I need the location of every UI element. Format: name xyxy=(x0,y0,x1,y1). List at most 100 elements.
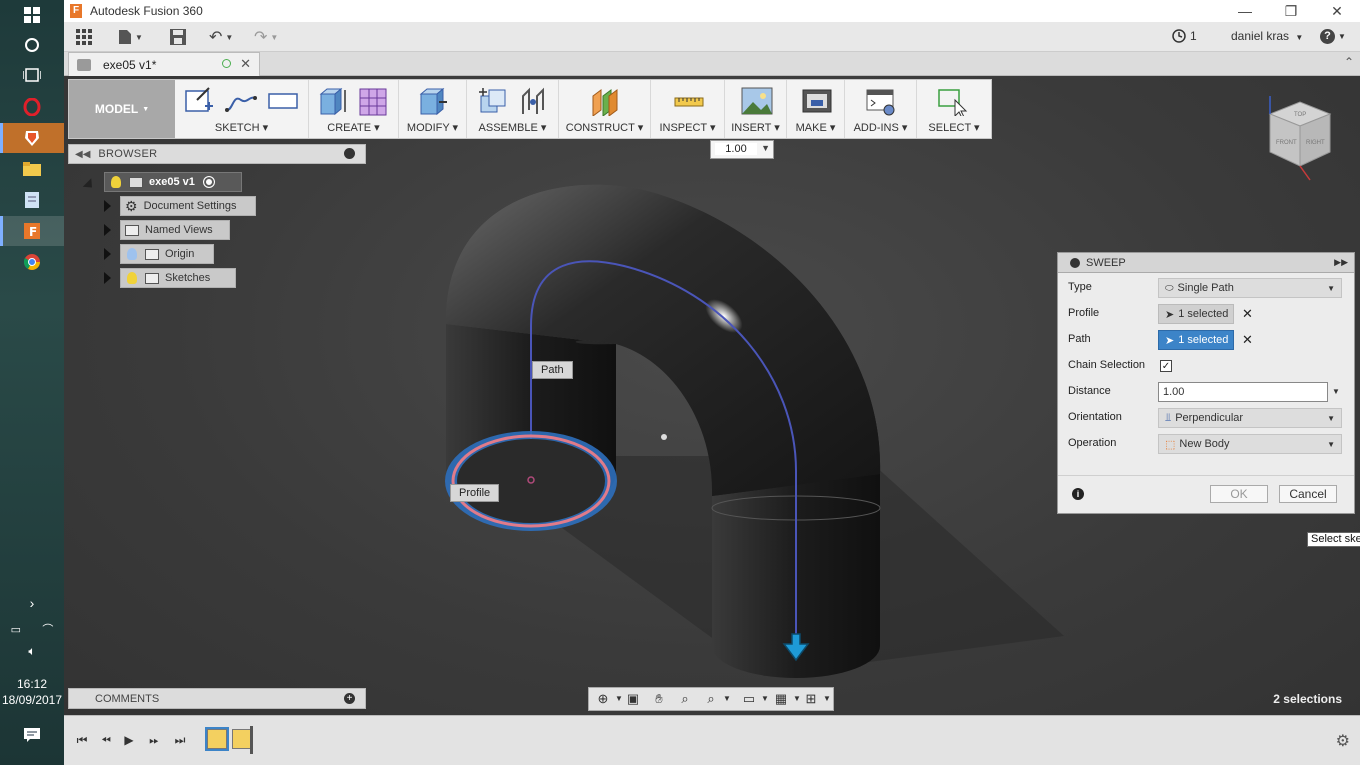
joint-tool[interactable] xyxy=(517,86,549,116)
3d-print-tool[interactable] xyxy=(801,86,833,116)
timeline-settings-gear-icon[interactable]: ⚙ xyxy=(1336,731,1350,751)
rectangle-tool[interactable] xyxy=(267,86,299,116)
collapse-browser-icon[interactable]: ◀◀ xyxy=(75,149,90,160)
profile-label[interactable]: Profile xyxy=(450,484,500,502)
timeline-feature-sketch-1[interactable] xyxy=(205,727,229,751)
chevron-down-icon[interactable]: ▼ xyxy=(1332,387,1340,396)
insert-menu[interactable]: INSERT ▾ xyxy=(725,121,786,134)
inspect-menu[interactable]: INSPECT ▾ xyxy=(651,121,724,134)
redo-button[interactable]: ↷ ▼ xyxy=(254,26,278,48)
add-ins-menu[interactable]: ADD-INS ▾ xyxy=(845,121,916,134)
start-button[interactable] xyxy=(0,0,64,30)
modify-menu[interactable]: MODIFY ▾ xyxy=(399,121,466,134)
activate-radio-icon[interactable] xyxy=(202,176,215,188)
ok-button[interactable]: OK xyxy=(1210,485,1268,503)
tree-expander-named-views[interactable] xyxy=(104,224,111,236)
expand-dialog-icon[interactable]: ▶▶ xyxy=(1334,257,1348,268)
pan-icon[interactable]: ✋︎ xyxy=(649,691,669,707)
step-forward-button[interactable]: ⏩︎ xyxy=(146,732,162,748)
make-menu[interactable]: MAKE ▾ xyxy=(787,121,844,134)
help-menu-button[interactable]: ? ▼ xyxy=(1320,29,1346,44)
orientation-select[interactable]: ⫫ Perpendicular ▼ xyxy=(1158,408,1342,428)
go-to-end-button[interactable]: ⏭︎ xyxy=(172,732,188,748)
offset-plane-tool[interactable] xyxy=(589,86,621,116)
timeline-feature-sketch-2[interactable] xyxy=(232,729,252,749)
wifi-icon[interactable]: ⌒ xyxy=(42,621,53,637)
file-explorer-app[interactable] xyxy=(0,154,64,184)
new-component-tool[interactable] xyxy=(477,86,509,116)
create-menu[interactable]: CREATE ▾ xyxy=(309,121,398,134)
path-label[interactable]: Path xyxy=(532,361,573,379)
save-button[interactable] xyxy=(170,26,186,48)
volume-button[interactable]: 🔈︎ xyxy=(0,636,64,666)
clock-date[interactable]: 18/09/2017 xyxy=(0,692,64,708)
look-at-icon[interactable]: ▣ xyxy=(623,691,643,707)
create-sketch-tool[interactable] xyxy=(183,86,215,116)
clock-time[interactable]: 16:12 xyxy=(0,676,64,692)
close-window-button[interactable]: ✕ xyxy=(1314,0,1360,22)
info-icon[interactable]: i xyxy=(1072,488,1084,500)
distance-value[interactable]: 1.00 xyxy=(715,143,757,155)
collapse-dialog-icon[interactable] xyxy=(1070,257,1080,268)
browser-panel-header[interactable]: ◀◀ BROWSER xyxy=(68,144,366,164)
clear-path-button[interactable]: ✕ xyxy=(1242,332,1253,348)
browser-item-named-views[interactable]: Named Views xyxy=(120,220,230,240)
collapse-toolbar-button[interactable]: ⌃ xyxy=(1344,55,1354,69)
distance-input[interactable]: 1.00 xyxy=(1158,382,1328,402)
profile-selection-button[interactable]: ➤ 1 selected xyxy=(1158,304,1234,324)
brave-app[interactable] xyxy=(0,123,64,153)
form-tool[interactable] xyxy=(357,86,389,116)
job-status-button[interactable]: 1 xyxy=(1172,29,1197,43)
step-back-button[interactable]: ⏪︎ xyxy=(98,732,114,748)
zoom-icon[interactable]: ⌕ xyxy=(675,691,695,707)
tree-expander-document-settings[interactable] xyxy=(104,200,111,212)
browser-item-document-settings[interactable]: ⚙ Document Settings xyxy=(120,196,256,216)
type-select[interactable]: ⬭ Single Path ▼ xyxy=(1158,278,1342,298)
fusion-app[interactable]: F xyxy=(0,216,64,246)
measure-tool[interactable] xyxy=(673,86,705,116)
distance-value-box[interactable]: 1.00 ▼ xyxy=(710,140,774,159)
clear-profile-button[interactable]: ✕ xyxy=(1242,306,1253,322)
battery-icon[interactable]: ▭ xyxy=(11,623,21,636)
file-menu-button[interactable]: ▼ xyxy=(118,26,143,48)
maximize-button[interactable]: ❐ xyxy=(1268,0,1314,22)
chevron-down-icon[interactable]: ▼ xyxy=(761,143,770,153)
visibility-bulb-icon[interactable] xyxy=(127,248,137,260)
scripts-tool[interactable] xyxy=(865,86,897,116)
canvas-viewport[interactable]: Path Profile TOP FRONT RIGHT MODEL ▼ SKE… xyxy=(64,76,1360,715)
sweep-dialog-header[interactable]: SWEEP ▶▶ xyxy=(1058,253,1354,273)
add-comment-icon[interactable]: + xyxy=(344,693,355,704)
undo-button[interactable]: ↶ ▼ xyxy=(209,26,233,48)
cortana-button[interactable] xyxy=(0,30,64,60)
assemble-menu[interactable]: ASSEMBLE ▾ xyxy=(467,121,558,134)
canvas-tool[interactable] xyxy=(741,86,773,116)
action-center-button[interactable] xyxy=(0,720,64,750)
user-menu-button[interactable]: daniel kras ▼ xyxy=(1231,29,1303,43)
browser-item-sketches[interactable]: Sketches xyxy=(120,268,236,288)
chrome-app[interactable] xyxy=(0,247,64,277)
chevron-down-icon[interactable]: ▼ xyxy=(817,691,837,707)
tree-expander-sketches[interactable] xyxy=(104,272,111,284)
workspace-switcher[interactable]: MODEL ▼ xyxy=(69,80,175,138)
construct-menu[interactable]: CONSTRUCT ▾ xyxy=(559,121,650,134)
cancel-button[interactable]: Cancel xyxy=(1279,485,1337,503)
operation-select[interactable]: ⬚ New Body ▼ xyxy=(1158,434,1342,454)
visibility-bulb-icon[interactable] xyxy=(111,176,121,188)
chain-selection-checkbox[interactable]: ✓ xyxy=(1160,360,1172,372)
go-to-start-button[interactable]: ⏮︎ xyxy=(74,732,90,748)
sketch-menu[interactable]: SKETCH ▾ xyxy=(175,121,308,134)
tree-expander-origin[interactable] xyxy=(104,248,111,260)
comments-panel-header[interactable]: COMMENTS + xyxy=(68,688,366,709)
select-menu[interactable]: SELECT ▾ xyxy=(917,121,991,134)
browser-item-origin[interactable]: Origin xyxy=(120,244,214,264)
select-tool[interactable] xyxy=(937,86,969,116)
notes-app[interactable] xyxy=(0,185,64,215)
visibility-bulb-icon[interactable] xyxy=(127,272,137,284)
path-selection-button[interactable]: ➤ 1 selected xyxy=(1158,330,1234,350)
minimize-button[interactable]: — xyxy=(1222,0,1268,22)
press-pull-tool[interactable] xyxy=(417,86,449,116)
chevron-down-icon[interactable]: ▼ xyxy=(717,691,737,707)
task-view-button[interactable] xyxy=(0,60,64,90)
document-tab[interactable]: exe05 v1* ✕ xyxy=(68,52,260,76)
close-tab-button[interactable]: ✕ xyxy=(240,56,251,72)
